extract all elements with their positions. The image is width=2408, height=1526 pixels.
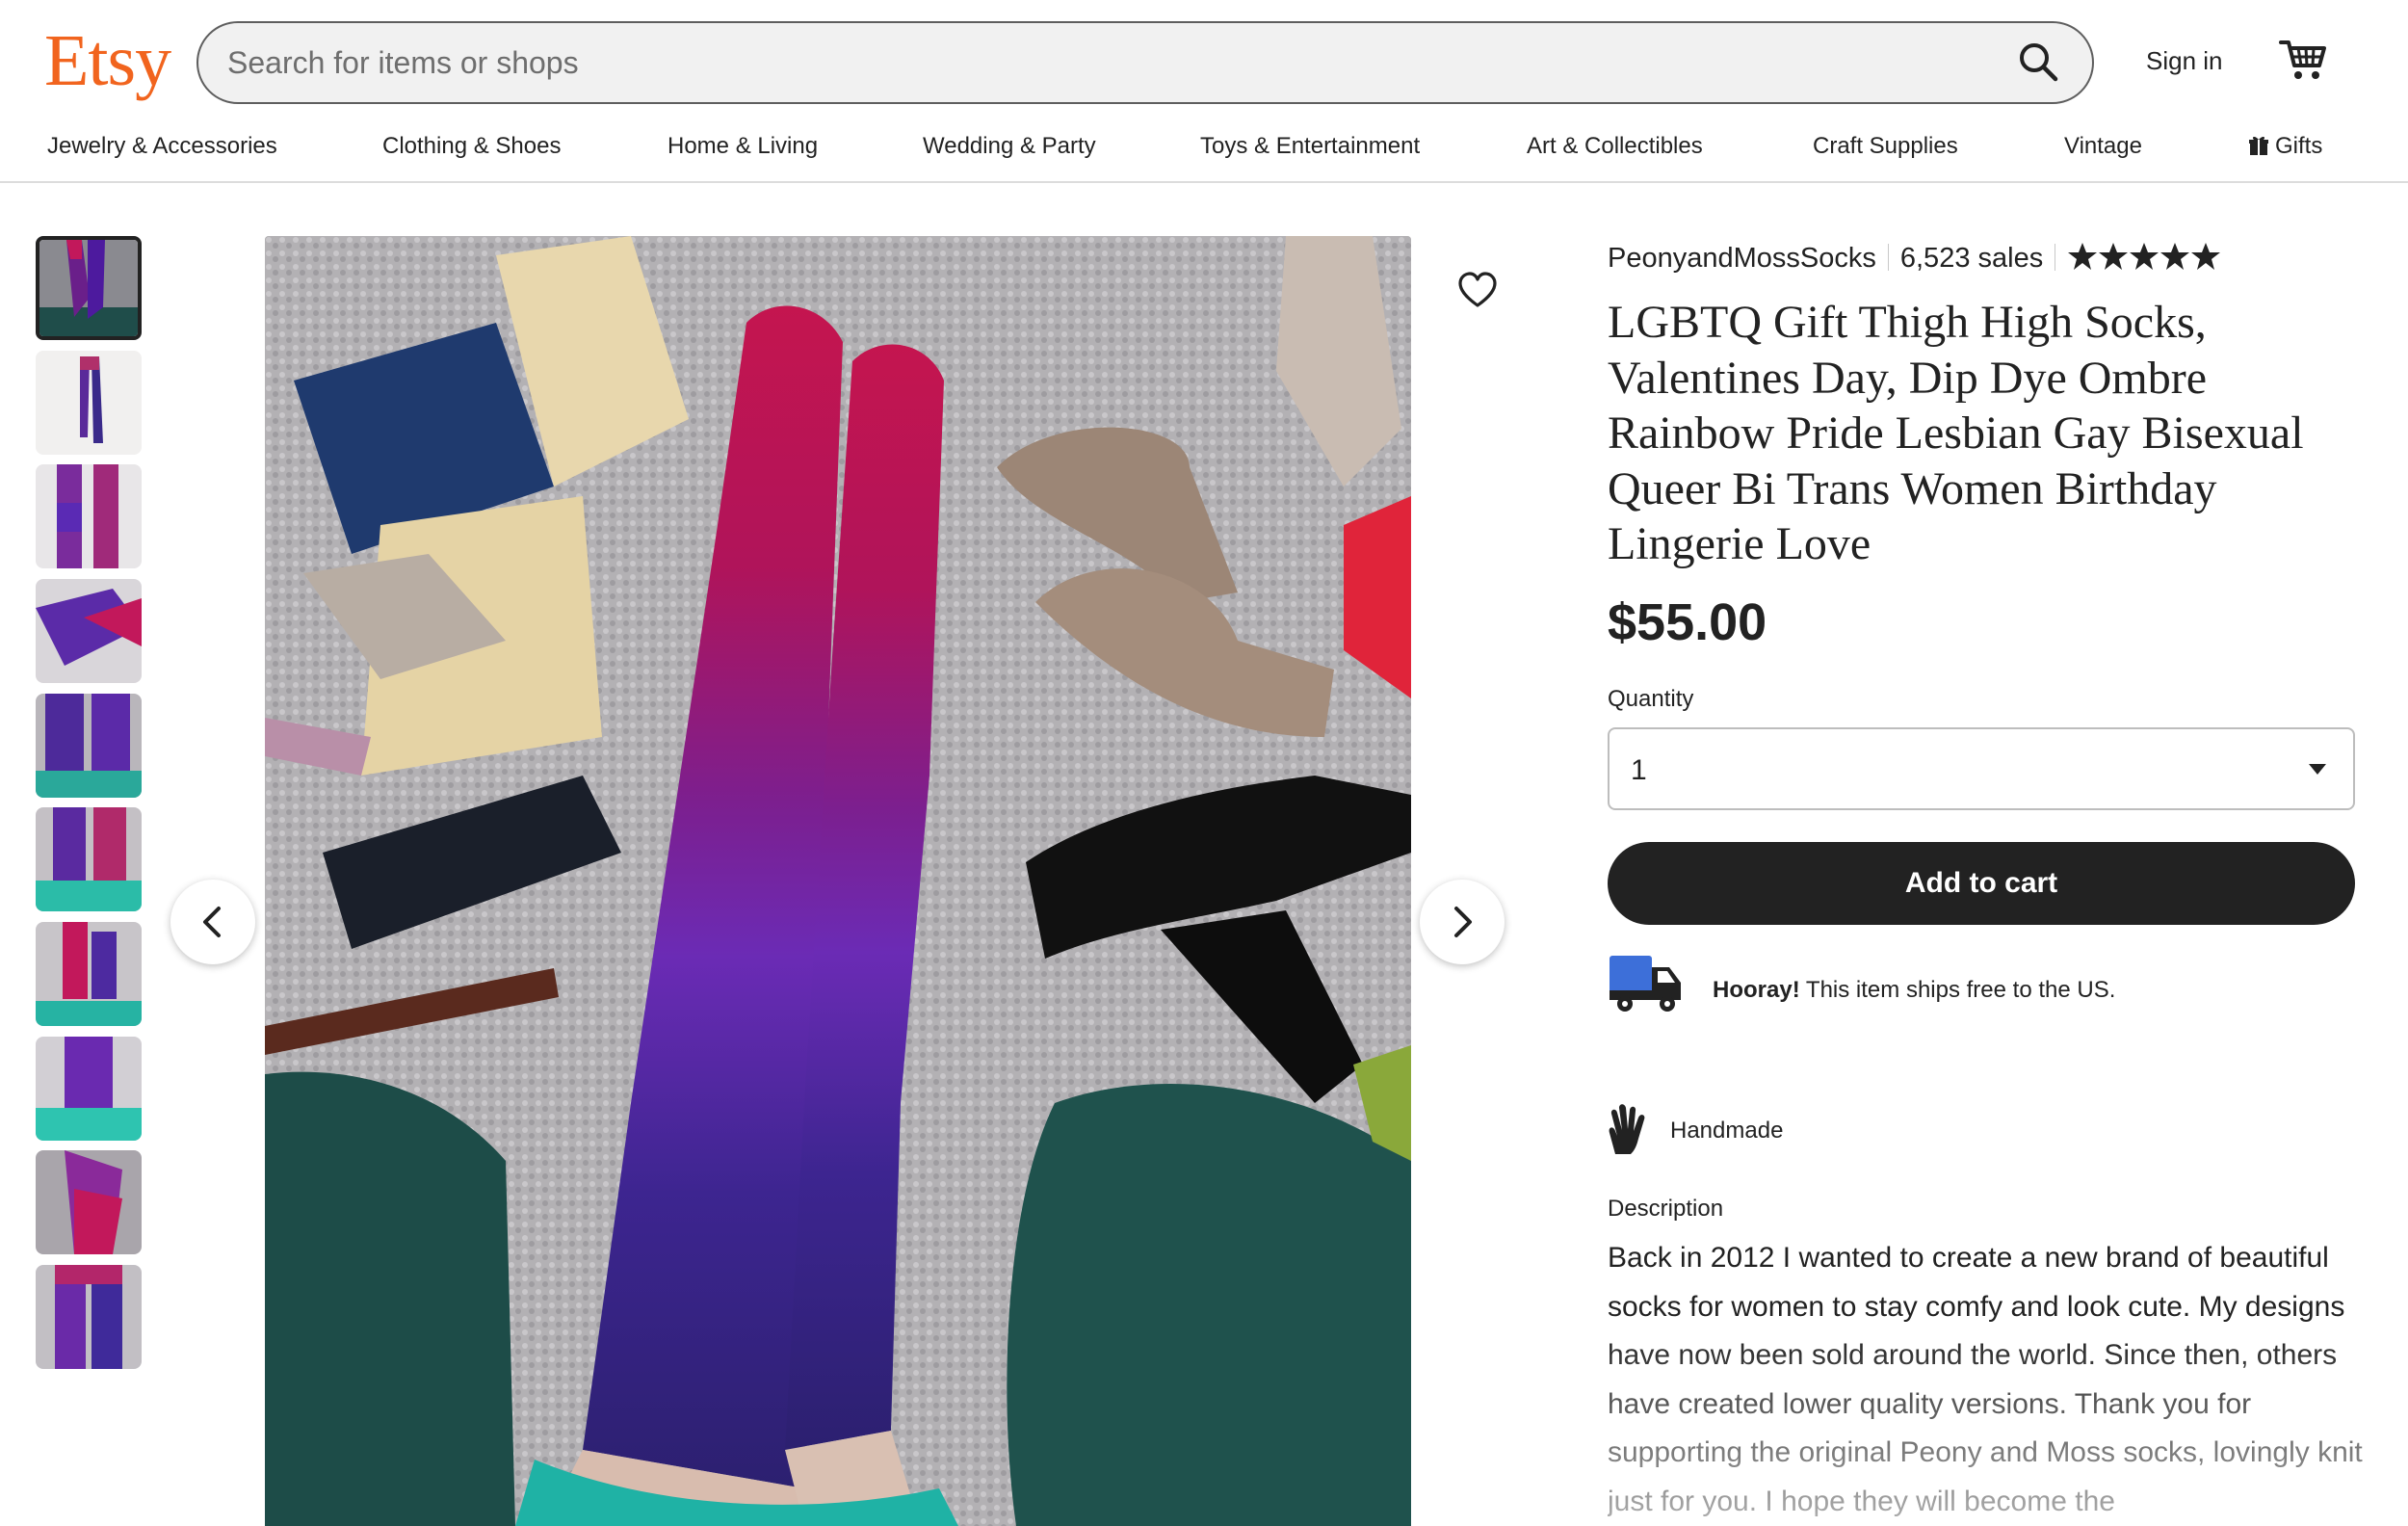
nav-craft-supplies[interactable]: Craft Supplies [1813, 133, 1958, 160]
nav-jewelry-accessories[interactable]: Jewelry & Accessories [47, 133, 277, 160]
thumbnail[interactable] [36, 351, 142, 455]
shipping-detail: This item ships free to the US. [1799, 977, 2116, 1003]
previous-image-button[interactable] [170, 880, 255, 964]
price: $55.00 [1608, 593, 1767, 651]
divider [1887, 244, 1889, 271]
thumbnail[interactable] [36, 1037, 142, 1141]
description-text: Back in 2012 I wanted to create a new br… [1608, 1242, 2363, 1517]
hand-icon [1606, 1104, 1650, 1156]
truck-icon [1608, 954, 1685, 1017]
free-shipping-notice: Hooray! This item ships free to the US. [1608, 954, 2355, 1031]
thumbnail[interactable] [36, 1150, 142, 1254]
thumbnail[interactable] [36, 922, 142, 1026]
nav-toys-entertainment[interactable]: Toys & Entertainment [1200, 133, 1420, 160]
nav-gifts[interactable]: Gifts [2248, 133, 2322, 160]
sign-in-link[interactable]: Sign in [2146, 46, 2223, 76]
cart-icon[interactable] [2279, 37, 2329, 83]
listing-title: LGBTQ Gift Thigh High Socks, Valentines … [1608, 297, 2304, 569]
sales-count: 6,523 sales [1899, 243, 2044, 274]
nav-home-living[interactable]: Home & Living [667, 133, 818, 160]
nav-art-collectibles[interactable]: Art & Collectibles [1527, 133, 1703, 160]
nav-gifts-label: Gifts [2275, 133, 2323, 159]
shop-name-link[interactable]: PeonyandMossSocks [1608, 243, 1876, 274]
thumbnail[interactable] [36, 236, 142, 340]
thumbnail[interactable] [36, 694, 142, 798]
search-bar[interactable] [196, 21, 2094, 104]
quantity-select[interactable]: 1 [1608, 727, 2355, 810]
next-image-button[interactable] [1420, 880, 1505, 964]
site-header: Etsy Sign in Jewelry & Accessories Cloth… [0, 0, 2408, 183]
thumbnail[interactable] [36, 807, 142, 911]
quantity-label: Quantity [1608, 686, 1694, 712]
category-nav: Jewelry & Accessories Clothing & Shoes H… [0, 127, 2408, 166]
handmade-label: Handmade [1670, 1118, 1784, 1144]
product-photo [265, 236, 1411, 1526]
gift-icon [2248, 135, 2269, 156]
nav-clothing-shoes[interactable]: Clothing & Shoes [382, 133, 561, 160]
shipping-highlight: Hooray! [1713, 977, 1800, 1003]
add-to-cart-button[interactable]: Add to cart [1608, 842, 2355, 925]
shop-info: PeonyandMossSocks 6,523 sales [1608, 242, 2223, 280]
etsy-logo[interactable]: Etsy [44, 17, 171, 104]
search-icon[interactable] [2015, 39, 2063, 87]
nav-vintage[interactable]: Vintage [2064, 133, 2142, 160]
search-input[interactable] [227, 23, 1961, 102]
shipping-text: Hooray! This item ships free to the US. [1713, 977, 2115, 1004]
description-heading: Description [1608, 1196, 1724, 1222]
caret-down-icon [2309, 764, 2326, 775]
quantity-value: 1 [1631, 754, 1647, 786]
thumbnail[interactable] [36, 464, 142, 568]
thumbnail[interactable] [36, 579, 142, 683]
nav-wedding-party[interactable]: Wedding & Party [923, 133, 1096, 160]
favorite-heart-icon[interactable] [1458, 272, 1497, 310]
thumbnail[interactable] [36, 1265, 142, 1369]
star-rating[interactable] [2067, 242, 2223, 280]
